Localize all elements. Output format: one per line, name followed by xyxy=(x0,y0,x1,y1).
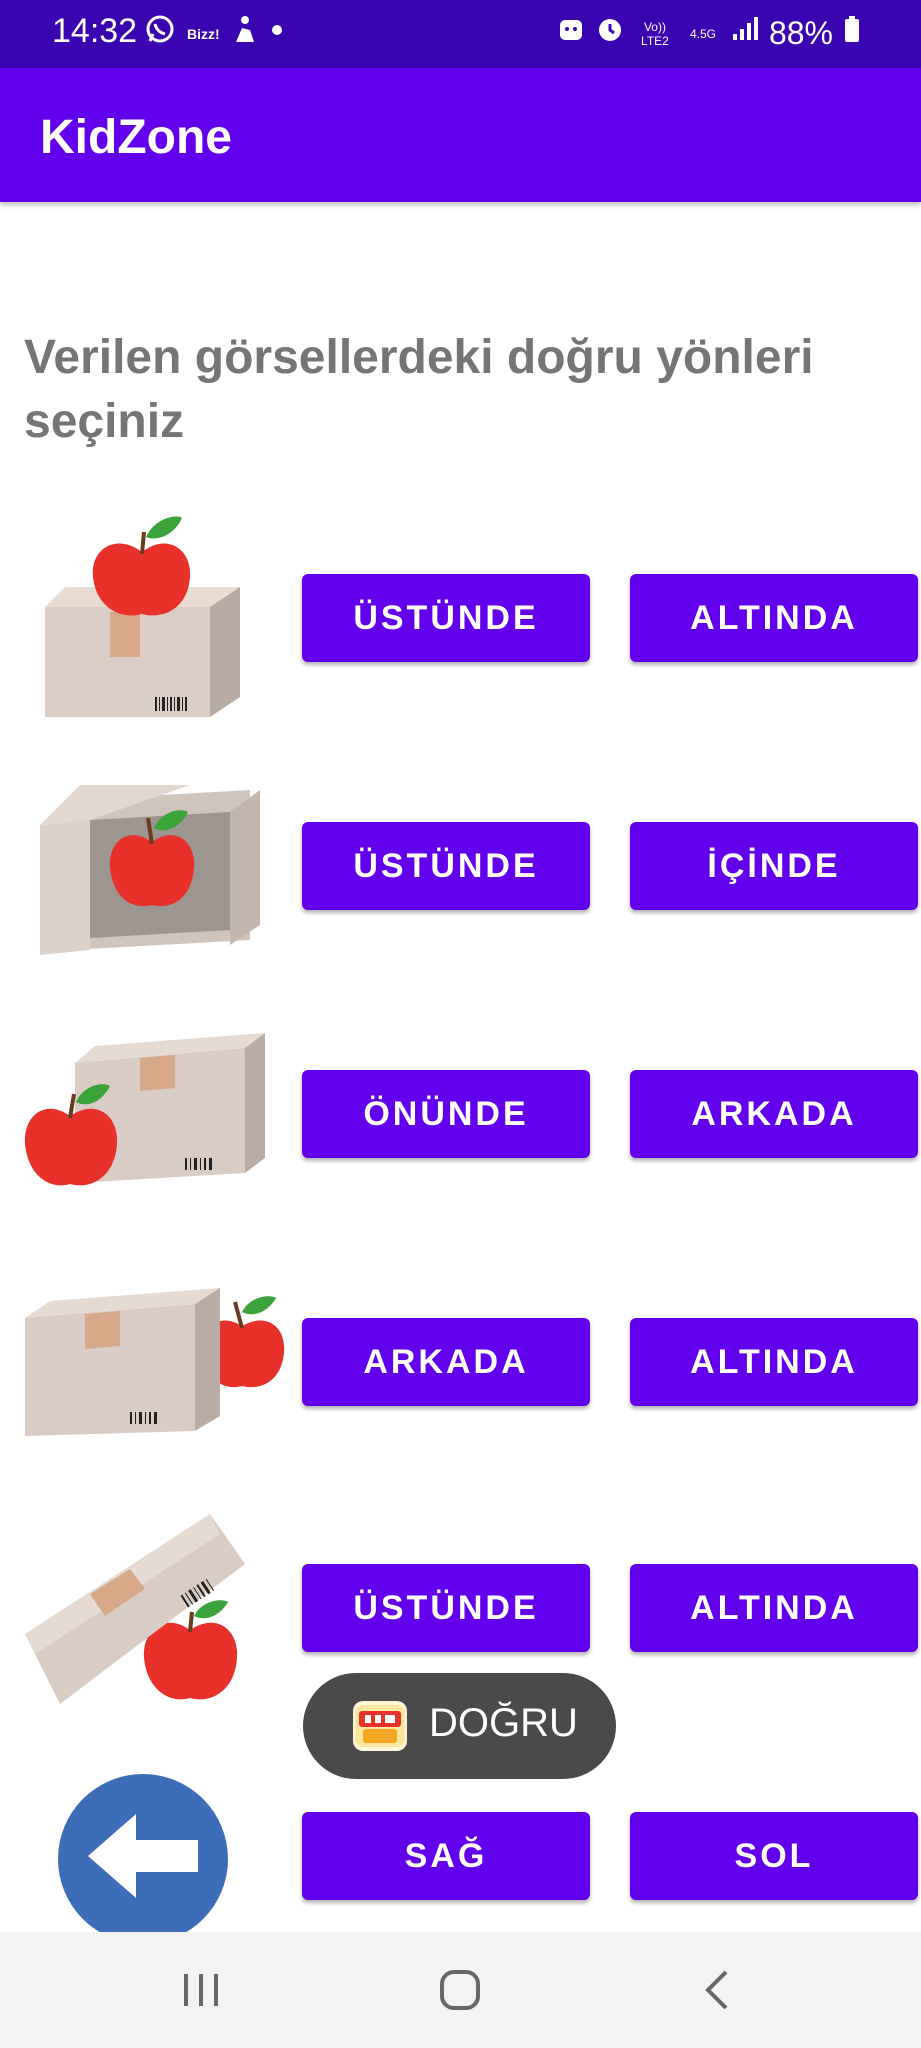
notification-icons: Bizz! xyxy=(145,14,284,53)
option-ustunde-button[interactable]: ÜSTÜNDE xyxy=(302,1564,590,1652)
apple-in-box-image xyxy=(40,785,260,955)
instruction-text: Verilen görsellerdeki doğru yönleri seçi… xyxy=(24,331,814,448)
option-ustunde-button[interactable]: ÜSTÜNDE xyxy=(302,822,590,910)
option-arkada-button[interactable]: ARKADA xyxy=(302,1318,590,1406)
option-onunde-button[interactable]: ÖNÜNDE xyxy=(302,1070,590,1158)
app-title: KidZone xyxy=(40,111,232,164)
android-icon xyxy=(557,14,585,53)
option-sag-button[interactable]: SAĞ xyxy=(302,1812,590,1900)
question-row-1: ÜSTÜNDE ALTINDA xyxy=(0,502,921,732)
option-ustunde-button[interactable]: ÜSTÜNDE xyxy=(302,574,590,662)
volte-icon: Vo)) LTE2 xyxy=(641,19,669,48)
bizz-icon: Bizz! xyxy=(187,25,220,42)
question-row-3: ÖNÜNDE ARKADA xyxy=(0,998,921,1228)
apple-on-box-image xyxy=(45,516,240,717)
option-altinda-button[interactable]: ALTINDA xyxy=(630,1564,918,1652)
option-altinda-button[interactable]: ALTINDA xyxy=(630,1318,918,1406)
recents-icon[interactable] xyxy=(176,1968,226,2017)
toast-text: DOĞRU xyxy=(429,1701,578,1745)
signal-icon xyxy=(731,14,759,53)
home-icon[interactable] xyxy=(436,1966,484,2019)
arrow-left-icon xyxy=(88,1814,198,1898)
battery-percent: 88% xyxy=(768,15,833,51)
dot-icon xyxy=(270,14,284,53)
system-nav-bar xyxy=(0,1932,921,2048)
kidzone-logo-icon xyxy=(353,1701,407,1751)
question-row-2: ÜSTÜNDE İÇİNDE xyxy=(0,750,921,980)
status-bar: 14:32 Bizz! Vo)) LTE2 4.5G 88% xyxy=(0,0,921,68)
option-arkada-button[interactable]: ARKADA xyxy=(630,1070,918,1158)
option-altinda-button[interactable]: ALTINDA xyxy=(630,574,918,662)
system-status-icons: Vo)) LTE2 4.5G 88% xyxy=(557,14,861,53)
alarm-icon xyxy=(595,14,625,53)
figure-icon xyxy=(232,14,258,53)
question-row-4: ARKADA ALTINDA xyxy=(0,1246,921,1476)
whatsapp-icon xyxy=(145,14,175,53)
feedback-toast: DOĞRU xyxy=(303,1673,616,1779)
app-bar: KidZone xyxy=(0,68,921,202)
apple-in-front-of-box-image xyxy=(24,1033,265,1186)
option-icinde-button[interactable]: İÇİNDE xyxy=(630,822,918,910)
status-time: 14:32 xyxy=(52,12,138,50)
back-button[interactable] xyxy=(58,1774,228,1944)
option-sol-button[interactable]: SOL xyxy=(630,1812,918,1900)
apple-behind-box-image xyxy=(25,1288,285,1436)
battery-icon xyxy=(843,14,861,53)
apple-under-box-image xyxy=(25,1514,245,1704)
back-icon[interactable] xyxy=(696,1966,740,2019)
network-type: 4.5G xyxy=(689,26,716,41)
